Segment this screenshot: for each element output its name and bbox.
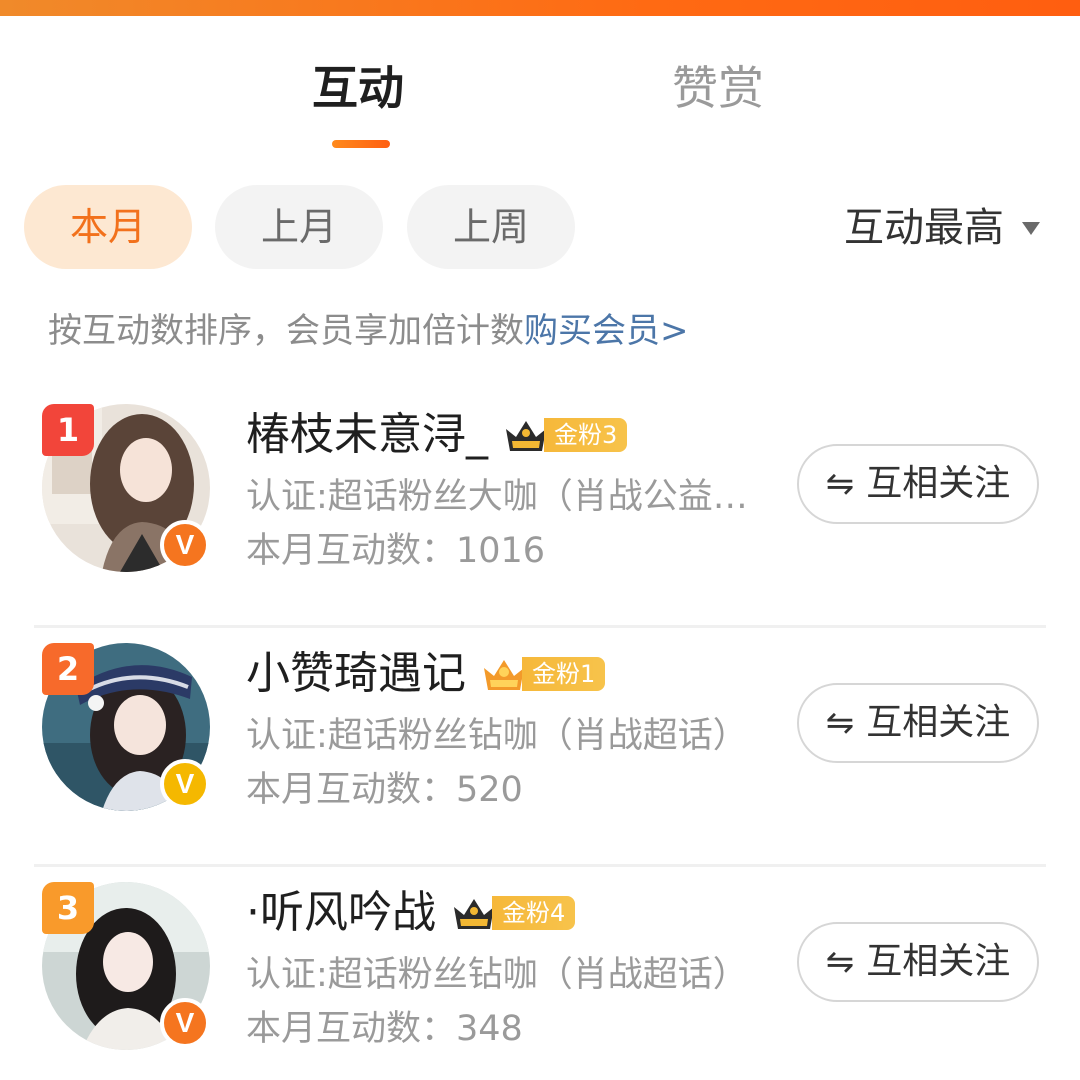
active-tab-indicator: [332, 140, 390, 148]
rank-badge: 3: [42, 882, 94, 934]
interaction-count: 本月互动数：520: [246, 770, 523, 810]
name-line: 椿枝未意浔_ 金粉3: [246, 404, 628, 466]
verified-icon: V: [160, 998, 210, 1048]
mutual-follow-icon: ⇋: [825, 464, 855, 504]
user-name[interactable]: 椿枝未意浔_: [246, 404, 488, 466]
user-name[interactable]: ·听风吟战: [246, 882, 436, 944]
divider: [34, 625, 1046, 628]
fan-level-badge: 金粉4: [450, 894, 576, 932]
buy-membership-link[interactable]: 购买会员>: [524, 311, 689, 351]
caret-down-icon: [1022, 221, 1040, 235]
verified-icon: V: [160, 520, 210, 570]
certification-text: 认证:超话粉丝钻咖（肖战超话）: [246, 716, 748, 756]
fan-level-badge: 金粉1: [480, 655, 606, 693]
fan-level-label: 金粉4: [492, 896, 576, 930]
interaction-count: 本月互动数：1016: [246, 531, 546, 571]
user-name[interactable]: 小赞琦遇记: [246, 643, 466, 705]
tab-interaction[interactable]: 互动: [312, 58, 404, 118]
name-line: 小赞琦遇记 金粉1: [246, 643, 606, 705]
sort-hint: 按互动数排序，会员享加倍计数购买会员>: [48, 308, 689, 354]
mutual-follow-label: 互相关注: [866, 463, 1011, 504]
list-item: 3 V ·听风吟战 金粉4 认证:超话粉丝钻咖（肖战超话） 本月互动数：348 …: [0, 880, 1080, 1080]
verified-icon: V: [160, 759, 210, 809]
mutual-follow-button[interactable]: ⇋ 互相关注: [797, 444, 1039, 524]
list-item: 2 V 小赞琦遇记 金粉1 认证:超话粉丝钻咖（肖战超话） 本月互动数：520 …: [0, 641, 1080, 867]
sort-label: 互动最高: [844, 205, 1004, 251]
certification-text: 认证:超话粉丝大咖（肖战公益…: [246, 477, 748, 517]
crown-icon: [454, 899, 494, 929]
fan-level-label: 金粉3: [544, 418, 628, 452]
crown-icon: [506, 421, 546, 451]
mutual-follow-icon: ⇋: [825, 942, 855, 982]
certification-text: 认证:超话粉丝钻咖（肖战超话）: [246, 955, 748, 995]
fan-level-label: 金粉1: [522, 657, 606, 691]
mutual-follow-label: 互相关注: [866, 702, 1011, 743]
list-item: 1 V 椿枝未意浔_ 金粉3 认证:超话粉丝大咖（肖战公益… 本月互动数：101…: [0, 402, 1080, 628]
rank-badge: 2: [42, 643, 94, 695]
fan-level-badge: 金粉3: [502, 416, 628, 454]
filter-this-month[interactable]: 本月: [24, 185, 192, 269]
mutual-follow-icon: ⇋: [825, 703, 855, 743]
tab-reward[interactable]: 赞赏: [672, 58, 764, 118]
mutual-follow-button[interactable]: ⇋ 互相关注: [797, 922, 1039, 1002]
crown-icon: [484, 660, 524, 690]
sort-dropdown[interactable]: 互动最高: [844, 200, 1040, 256]
filter-last-month[interactable]: 上月: [215, 185, 383, 269]
divider: [34, 864, 1046, 867]
mutual-follow-label: 互相关注: [866, 941, 1011, 982]
interaction-count: 本月互动数：348: [246, 1009, 523, 1049]
name-line: ·听风吟战 金粉4: [246, 882, 576, 944]
filter-last-week[interactable]: 上周: [407, 185, 575, 269]
top-color-strip: [0, 0, 1080, 16]
sort-hint-text: 按互动数排序，会员享加倍计数: [48, 311, 524, 351]
rank-badge: 1: [42, 404, 94, 456]
mutual-follow-button[interactable]: ⇋ 互相关注: [797, 683, 1039, 763]
